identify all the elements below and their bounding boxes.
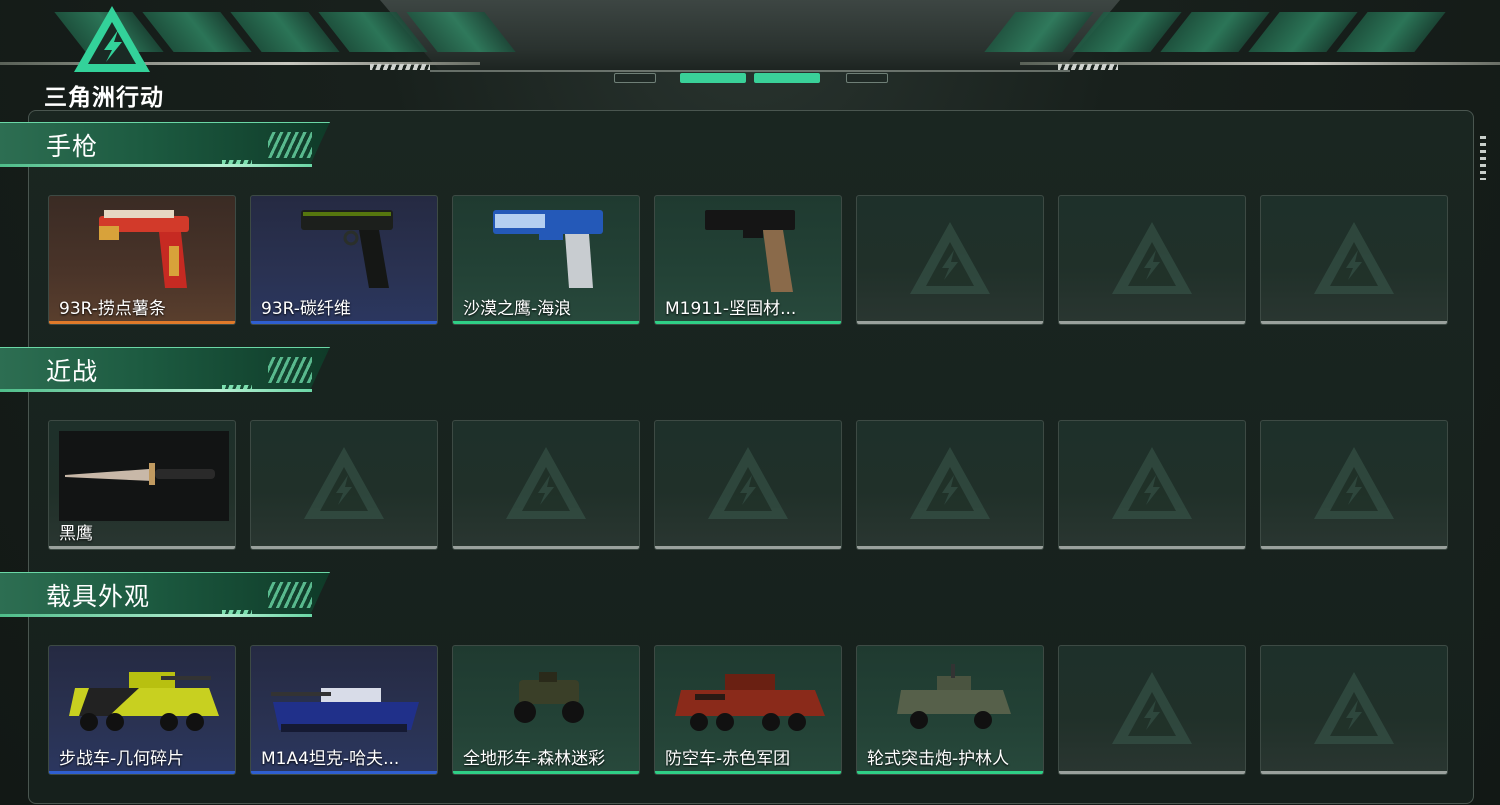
page-indicator-seg[interactable] — [846, 73, 888, 83]
atv-forest-camo-icon — [514, 672, 584, 723]
item-label: M1A4坦克-哈夫... — [261, 749, 400, 769]
header-stripe-right — [1058, 64, 1118, 70]
rarity-bar — [453, 321, 639, 324]
item-label: 93R-碳纤维 — [261, 299, 351, 319]
empty-slot[interactable] — [1058, 195, 1246, 325]
rarity-bar — [1059, 771, 1245, 774]
delta-placeholder-icon — [304, 447, 384, 519]
section-title: 手枪 — [46, 132, 99, 161]
rarity-bar — [655, 771, 841, 774]
delta-placeholder-icon — [1314, 672, 1394, 744]
item-card-m1911[interactable]: M1911-坚固材... — [654, 195, 842, 325]
rarity-bar — [655, 546, 841, 549]
knife-black-hawk-icon — [59, 431, 229, 521]
rarity-bar — [453, 771, 639, 774]
delta-logo-icon — [74, 6, 150, 72]
item-card-black-hawk[interactable]: 黑鹰 — [48, 420, 236, 550]
rarity-bar — [251, 321, 437, 324]
rarity-bar — [655, 321, 841, 324]
item-card-m1a4-tank[interactable]: M1A4坦克-哈夫... — [250, 645, 438, 775]
empty-slot[interactable] — [1260, 420, 1448, 550]
page-indicator-seg-active[interactable] — [754, 73, 820, 83]
rarity-bar — [857, 321, 1043, 324]
page-indicator-seg[interactable] — [614, 73, 656, 83]
section-header-melee: 近战 — [0, 347, 332, 399]
empty-slot[interactable] — [1058, 420, 1246, 550]
delta-placeholder-icon — [708, 447, 788, 519]
item-card-93r-carbon[interactable]: 93R-碳纤维 — [250, 195, 438, 325]
section-title: 近战 — [46, 357, 99, 386]
scrollbar-handle[interactable] — [1480, 136, 1486, 180]
item-card-atv-forest[interactable]: 全地形车-森林迷彩 — [452, 645, 640, 775]
section-header-vehicles: 载具外观 — [0, 572, 332, 624]
item-label: 步战车-几何碎片 — [59, 749, 185, 769]
empty-slot[interactable] — [250, 420, 438, 550]
rarity-bar — [1261, 546, 1447, 549]
game-logo: 三角洲行动 — [44, 6, 184, 111]
wheeled-assault-gun-icon — [897, 664, 1011, 729]
item-label: 防空车-赤色军团 — [665, 749, 791, 769]
item-card-deagle-wave[interactable]: 沙漠之鹰-海浪 — [452, 195, 640, 325]
rarity-bar — [857, 546, 1043, 549]
item-card-aa-red-legion[interactable]: 防空车-赤色军团 — [654, 645, 842, 775]
ifv-yellow-geometric-icon — [69, 672, 219, 731]
item-label: 全地形车-森林迷彩 — [463, 749, 606, 769]
game-logo-text: 三角洲行动 — [44, 85, 164, 111]
item-label: 轮式突击炮-护林人 — [867, 749, 1010, 769]
rarity-bar — [49, 771, 235, 774]
empty-slot[interactable] — [1260, 195, 1448, 325]
rarity-bar — [1261, 771, 1447, 774]
delta-placeholder-icon — [1112, 447, 1192, 519]
item-label: 黑鹰 — [59, 524, 93, 544]
delta-placeholder-icon — [1112, 672, 1192, 744]
delta-placeholder-icon — [1314, 222, 1394, 294]
rarity-bar — [49, 321, 235, 324]
empty-slot[interactable] — [1058, 645, 1246, 775]
header-line-center — [430, 70, 1070, 72]
rarity-bar — [251, 546, 437, 549]
empty-slot[interactable] — [856, 420, 1044, 550]
item-label: 沙漠之鹰-海浪 — [463, 299, 572, 319]
rarity-bar — [251, 771, 437, 774]
top-header: 三角洲行动 — [0, 0, 1500, 111]
empty-slot[interactable] — [654, 420, 842, 550]
empty-slot[interactable] — [452, 420, 640, 550]
item-card-93r-fries[interactable]: 93R-捞点薯条 — [48, 195, 236, 325]
rarity-bar — [49, 546, 235, 549]
item-card-ifv-geometric[interactable]: 步战车-几何碎片 — [48, 645, 236, 775]
rarity-bar — [1261, 321, 1447, 324]
section-header-pistols: 手枪 — [0, 122, 332, 174]
inventory-screen: 三角洲行动 手枪 近战 载具外观 93R-捞点薯条 93R-碳纤维 沙漠之鹰-海… — [0, 0, 1500, 805]
section-title: 载具外观 — [46, 582, 151, 611]
aa-vehicle-red-icon — [675, 674, 825, 731]
rarity-bar — [1059, 321, 1245, 324]
item-card-wheeled-assault-gun[interactable]: 轮式突击炮-护林人 — [856, 645, 1044, 775]
pistol-carbon-icon — [301, 210, 393, 288]
rarity-bar — [453, 546, 639, 549]
delta-placeholder-icon — [910, 447, 990, 519]
delta-placeholder-icon — [910, 222, 990, 294]
pistol-m1911-icon — [705, 210, 795, 292]
item-label: 93R-捞点薯条 — [59, 299, 166, 319]
delta-placeholder-icon — [506, 447, 586, 519]
item-label: M1911-坚固材... — [665, 299, 797, 319]
empty-slot[interactable] — [1260, 645, 1448, 775]
page-indicator — [612, 73, 888, 83]
rarity-bar — [857, 771, 1043, 774]
header-stripe-left — [370, 64, 430, 70]
delta-placeholder-icon — [1314, 447, 1394, 519]
delta-placeholder-icon — [1112, 222, 1192, 294]
pistol-desert-eagle-wave-icon — [493, 210, 603, 288]
pistol-gold-red-icon — [99, 210, 189, 288]
page-indicator-seg-active[interactable] — [680, 73, 746, 83]
rarity-bar — [1059, 546, 1245, 549]
tank-m1a4-icon — [271, 688, 419, 732]
empty-slot[interactable] — [856, 195, 1044, 325]
